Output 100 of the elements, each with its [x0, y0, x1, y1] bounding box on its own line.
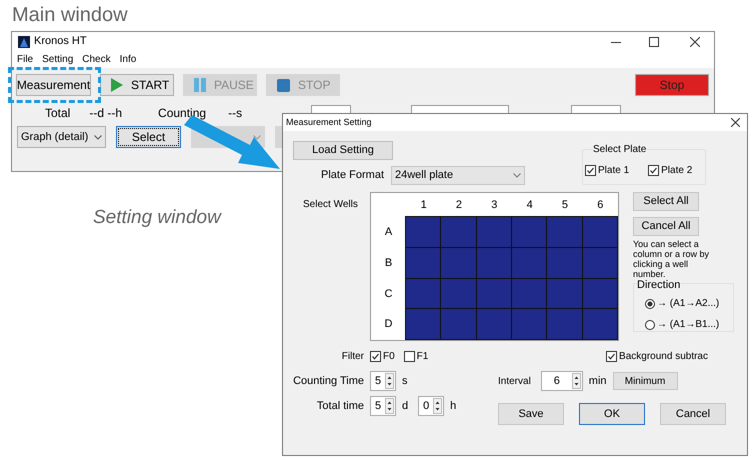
radio[interactable] — [645, 320, 655, 330]
menu-item[interactable]: File — [17, 52, 34, 67]
well-cell[interactable] — [476, 278, 512, 310]
dialog-button[interactable]: Save — [498, 403, 564, 425]
pause-icon — [194, 78, 206, 92]
chevron-down-icon — [253, 134, 261, 140]
field-label: Plate Format — [320, 168, 384, 184]
unit-label: min — [588, 374, 607, 389]
checked-checkbox[interactable] — [648, 165, 660, 176]
play-icon — [111, 78, 123, 92]
graph-select[interactable]: Graph (detail) — [17, 126, 106, 148]
stop-icon — [277, 78, 290, 92]
well-cell[interactable] — [582, 216, 618, 248]
unit-label: d — [402, 398, 408, 414]
field-label: Interval — [498, 374, 531, 388]
spin-arrows-icon — [385, 373, 394, 389]
close-icon — [731, 118, 740, 127]
spin-box[interactable]: 0 — [418, 396, 444, 416]
row-header[interactable]: C — [371, 278, 406, 310]
checked-checkbox[interactable] — [585, 165, 596, 176]
column-header[interactable]: 1 — [406, 193, 442, 217]
status-text: Counting — [158, 105, 206, 122]
measurement-button[interactable]: Measurement — [16, 74, 91, 96]
wells-action-button[interactable]: Select All — [633, 192, 699, 211]
well-cell[interactable] — [582, 308, 618, 340]
row-header[interactable]: B — [371, 248, 406, 278]
field-label: Total time — [316, 398, 364, 414]
well-cell[interactable] — [510, 216, 548, 248]
close-icon — [690, 36, 700, 46]
row-header[interactable]: D — [371, 309, 406, 340]
field-label: Filter — [340, 350, 364, 364]
chevron-down-icon — [513, 173, 521, 178]
well-cell[interactable] — [510, 246, 548, 278]
column-header[interactable]: 6 — [582, 193, 618, 217]
checkbox-label[interactable]: Background subtrac — [619, 348, 708, 364]
menu-item[interactable]: Setting — [42, 52, 74, 67]
well-cell[interactable] — [405, 278, 442, 310]
unit-label: h — [450, 398, 456, 414]
field-label: Counting Time — [292, 374, 364, 389]
well-cell[interactable] — [510, 308, 548, 340]
radio-label[interactable]: → (A1→B1...) — [657, 317, 720, 332]
plate-format-select[interactable]: 24well plate — [391, 166, 525, 185]
minimum-button[interactable]: Minimum — [612, 372, 678, 390]
spin-arrows-icon — [433, 398, 442, 414]
well-cell[interactable] — [440, 246, 477, 278]
well-cell[interactable] — [440, 278, 477, 310]
spin-box[interactable]: 5 — [370, 396, 396, 416]
menu-item[interactable]: Info — [120, 52, 136, 67]
maximize-icon — [649, 36, 659, 46]
dialog-title: Measurement Setting — [286, 116, 372, 129]
status-text: --d --h — [89, 105, 122, 122]
spin-box[interactable]: 6 — [540, 371, 583, 391]
checked-checkbox[interactable] — [606, 350, 618, 362]
unit-label: s — [402, 374, 408, 389]
well-cell[interactable] — [440, 216, 477, 248]
column-header[interactable]: 5 — [547, 193, 583, 217]
well-cell[interactable] — [476, 216, 512, 248]
dialog-button[interactable]: OK — [579, 403, 645, 425]
field-label: Select Wells — [302, 198, 359, 212]
status-text: Total — [45, 105, 70, 122]
checkbox-label[interactable]: Plate 1 — [598, 163, 630, 178]
selected-radio[interactable] — [645, 298, 655, 308]
column-header[interactable]: 2 — [441, 193, 477, 217]
checkbox-label[interactable]: F0 — [383, 348, 395, 364]
well-cell[interactable] — [405, 216, 442, 248]
spin-arrows-icon — [572, 373, 581, 389]
group-title: Direction — [637, 279, 680, 291]
app-icon — [18, 36, 30, 48]
start-button[interactable]: START — [100, 74, 174, 96]
well-cell[interactable] — [405, 246, 442, 278]
well-cell[interactable] — [546, 278, 583, 310]
spin-arrows-icon — [385, 398, 394, 414]
well-cell[interactable] — [440, 308, 477, 340]
hint-text: You can select a column or a row by clicking a well number. — [633, 239, 710, 279]
checkbox[interactable] — [404, 350, 415, 362]
dialog-button[interactable]: Cancel — [660, 403, 726, 425]
select-button[interactable]: Select — [116, 126, 181, 148]
status-text: --s — [228, 105, 242, 122]
well-cell[interactable] — [405, 308, 442, 340]
well-cell[interactable] — [582, 278, 618, 310]
radio-label[interactable]: → (A1→A2...) — [657, 296, 720, 311]
well-cell[interactable] — [546, 246, 583, 278]
menu-item[interactable]: Check — [82, 52, 111, 67]
figure-heading: Main window — [12, 3, 128, 28]
well-cell[interactable] — [582, 246, 618, 278]
wells-action-button[interactable]: Cancel All — [633, 217, 699, 236]
checkbox-label[interactable]: Plate 2 — [661, 163, 692, 178]
spin-box[interactable]: 5 — [370, 371, 396, 391]
row-header[interactable]: A — [371, 217, 406, 248]
well-cell[interactable] — [546, 308, 583, 340]
load-setting-button[interactable]: Load Setting — [293, 141, 393, 160]
checkbox-label[interactable]: F1 — [416, 348, 428, 364]
column-header[interactable]: 4 — [512, 193, 548, 217]
well-cell[interactable] — [476, 308, 512, 340]
checked-checkbox[interactable] — [370, 350, 381, 362]
well-cell[interactable] — [476, 246, 512, 278]
well-cell[interactable] — [546, 216, 583, 248]
column-header[interactable]: 3 — [476, 193, 512, 217]
figure-caption: Setting window — [93, 206, 221, 230]
chevron-down-icon — [94, 134, 102, 140]
